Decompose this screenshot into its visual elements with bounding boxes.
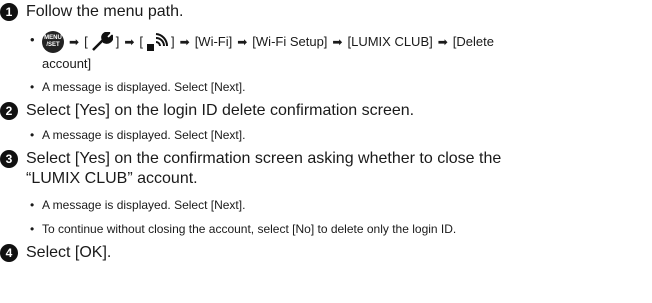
menu-set-icon: MENU /SET: [42, 31, 64, 53]
step-3-text: Select [Yes] on the confirmation screen …: [26, 149, 501, 189]
step-1-note: • A message is displayed. Select [Next].: [30, 78, 245, 96]
step-number-2: 2: [0, 102, 18, 120]
step-number-3: 3: [0, 150, 18, 168]
menu-icon-label-top: MENU: [44, 35, 62, 41]
step-3: 3 Select [Yes] on the confirmation scree…: [0, 149, 501, 189]
step-3-text-line1: Select [Yes] on the confirmation screen …: [26, 150, 502, 167]
menu-delete-account-2: account]: [42, 56, 92, 71]
bullet: •: [30, 198, 35, 212]
step-3-text-line2: “LUMIX CLUB” account.: [26, 170, 198, 187]
bullet: •: [30, 222, 35, 236]
menu-wifi-setup: [Wi-Fi Setup]: [252, 34, 328, 49]
arrow-right-icon: ➡: [69, 35, 80, 49]
arrow-right-icon: ➡: [237, 35, 248, 49]
step-3-note-2: • To continue without closing the accoun…: [30, 220, 456, 238]
menu-path-continued: account]: [42, 55, 91, 73]
step-1-text: Follow the menu path.: [26, 3, 184, 20]
step-3-note-1: • A message is displayed. Select [Next].: [30, 196, 245, 214]
menu-wifi: [Wi-Fi]: [194, 34, 233, 49]
step-2: 2 Select [Yes] on the login ID delete co…: [0, 101, 414, 121]
step-4-text: Select [OK].: [26, 244, 112, 261]
menu-lumix-club: [LUMIX CLUB]: [347, 34, 433, 49]
menu-path: • MENU /SET ➡ [ ] ➡ [ ] ➡ [Wi-Fi] ➡ [Wi-…: [30, 31, 494, 53]
bullet: •: [30, 32, 35, 47]
note-text: A message is displayed. Select [Next].: [42, 198, 246, 212]
bracket-open: [: [139, 34, 143, 49]
menu-delete-account-1: [Delete: [452, 34, 494, 49]
step-number-1: 1: [0, 3, 18, 21]
bracket-close: ]: [115, 34, 120, 49]
step-2-text: Select [Yes] on the login ID delete conf…: [26, 102, 415, 119]
step-number-4: 4: [0, 244, 18, 262]
bullet: •: [30, 128, 35, 142]
arrow-right-icon: ➡: [437, 35, 448, 49]
note-text: A message is displayed. Select [Next].: [42, 128, 246, 142]
menu-icon-label-bottom: /SET: [46, 42, 60, 48]
arrow-right-icon: ➡: [332, 35, 343, 49]
arrow-right-icon: ➡: [179, 35, 190, 49]
step-1: 1 Follow the menu path.: [0, 2, 183, 22]
step-2-note: • A message is displayed. Select [Next].: [30, 126, 245, 144]
bracket-close: ]: [171, 34, 175, 49]
bracket-open: [: [84, 34, 88, 49]
note-text: To continue without closing the account,…: [42, 222, 457, 236]
step-4: 4 Select [OK].: [0, 243, 111, 263]
wrench-icon: [91, 32, 113, 51]
note-text: A message is displayed. Select [Next].: [42, 80, 246, 94]
wireless-connection-icon: [147, 33, 168, 51]
arrow-right-icon: ➡: [124, 35, 135, 49]
bullet: •: [30, 80, 35, 94]
